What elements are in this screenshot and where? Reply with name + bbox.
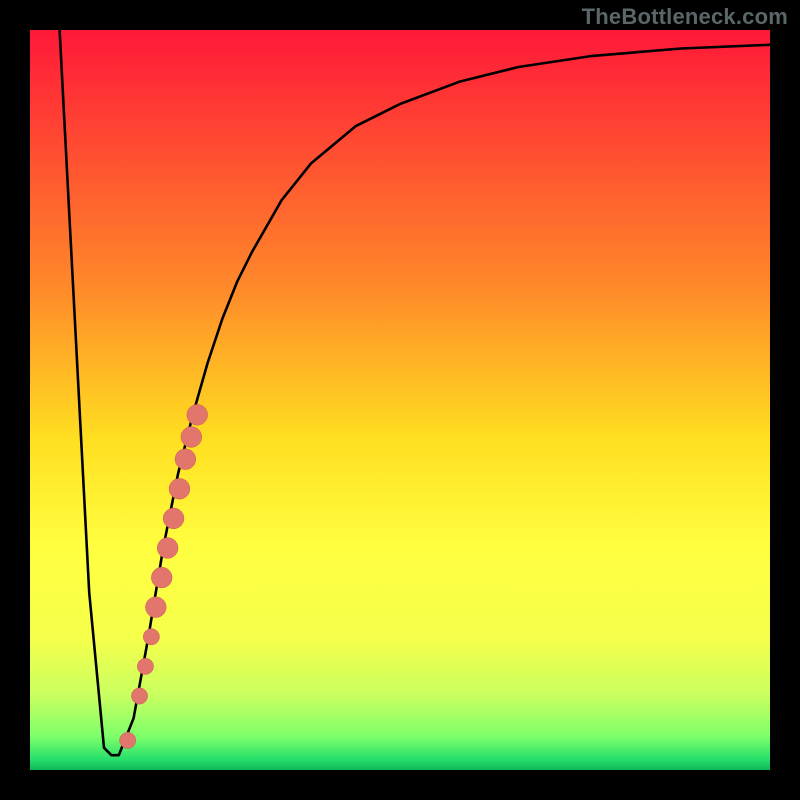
curve-marker (157, 538, 178, 559)
curve-marker (163, 508, 184, 529)
curve-marker (181, 427, 202, 448)
watermark-label: TheBottleneck.com (582, 4, 788, 30)
plot-area (30, 30, 770, 770)
chart-frame: TheBottleneck.com (0, 0, 800, 800)
gradient-background (30, 30, 770, 770)
curve-marker (151, 567, 172, 588)
curve-marker (120, 732, 136, 748)
curve-marker (169, 478, 190, 499)
curve-marker (175, 449, 196, 470)
curve-marker (137, 658, 153, 674)
curve-marker (131, 688, 147, 704)
chart-svg (30, 30, 770, 770)
curve-marker (145, 597, 166, 618)
curve-marker (187, 404, 208, 425)
curve-marker (143, 629, 159, 645)
